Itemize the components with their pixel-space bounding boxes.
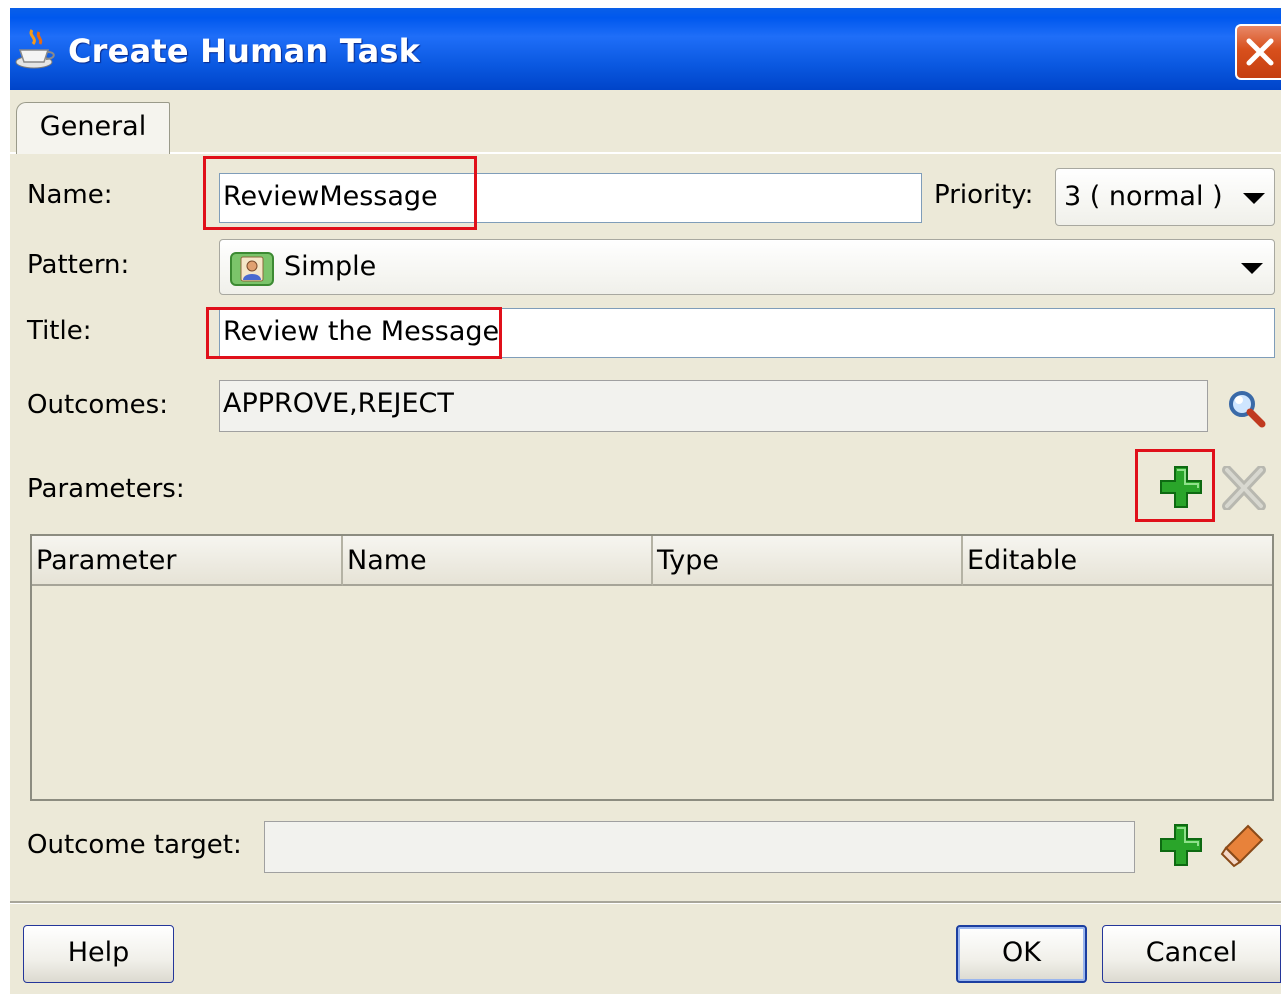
pattern-value: Simple [284,251,377,282]
outcomes-label: Outcomes: [27,390,168,420]
add-outcome-target-button[interactable] [1158,822,1204,868]
column-header-type[interactable]: Type [653,536,963,586]
ok-button[interactable]: OK [956,925,1087,983]
delete-parameter-button[interactable] [1221,466,1267,510]
pattern-select[interactable]: Simple [219,239,1275,295]
pattern-label: Pattern: [27,250,130,280]
parameters-label: Parameters: [27,474,185,504]
help-button[interactable]: Help [23,925,174,983]
footer-separator [10,901,1281,904]
priority-value: 3 ( normal ) [1064,181,1223,212]
title-field[interactable]: Review the Message [219,308,1275,358]
java-cup-icon [15,29,55,69]
column-header-editable[interactable]: Editable [963,536,1272,586]
title-bar[interactable]: Create Human Task [10,8,1281,90]
priority-select[interactable]: 3 ( normal ) [1055,168,1275,226]
window-title: Create Human Task [68,32,421,70]
tab-general[interactable]: General [16,102,170,154]
name-label: Name: [27,180,113,210]
outcome-target-field[interactable] [264,821,1135,873]
column-header-name[interactable]: Name [343,536,653,586]
outcomes-field[interactable]: APPROVE,REJECT [219,380,1208,432]
cancel-button[interactable]: Cancel [1102,925,1281,983]
title-label: Title: [27,316,92,346]
outcome-target-label: Outcome target: [27,830,242,860]
chevron-down-icon [1241,263,1263,274]
search-icon[interactable] [1226,388,1266,428]
parameters-table[interactable]: Parameter Name Type Editable [30,534,1274,801]
chevron-down-icon [1243,193,1265,204]
person-icon [230,252,274,286]
create-human-task-dialog: Create Human Task General Name: ReviewMe… [10,8,1281,994]
add-parameter-button[interactable] [1158,464,1204,510]
close-button[interactable] [1235,24,1281,80]
priority-label: Priority: [934,180,1034,210]
close-icon [1246,38,1274,66]
eraser-icon[interactable] [1218,822,1266,868]
column-header-parameter[interactable]: Parameter [32,536,343,586]
table-header: Parameter Name Type Editable [32,536,1272,586]
tab-strip: General [10,90,1281,154]
name-field[interactable]: ReviewMessage [219,173,922,223]
